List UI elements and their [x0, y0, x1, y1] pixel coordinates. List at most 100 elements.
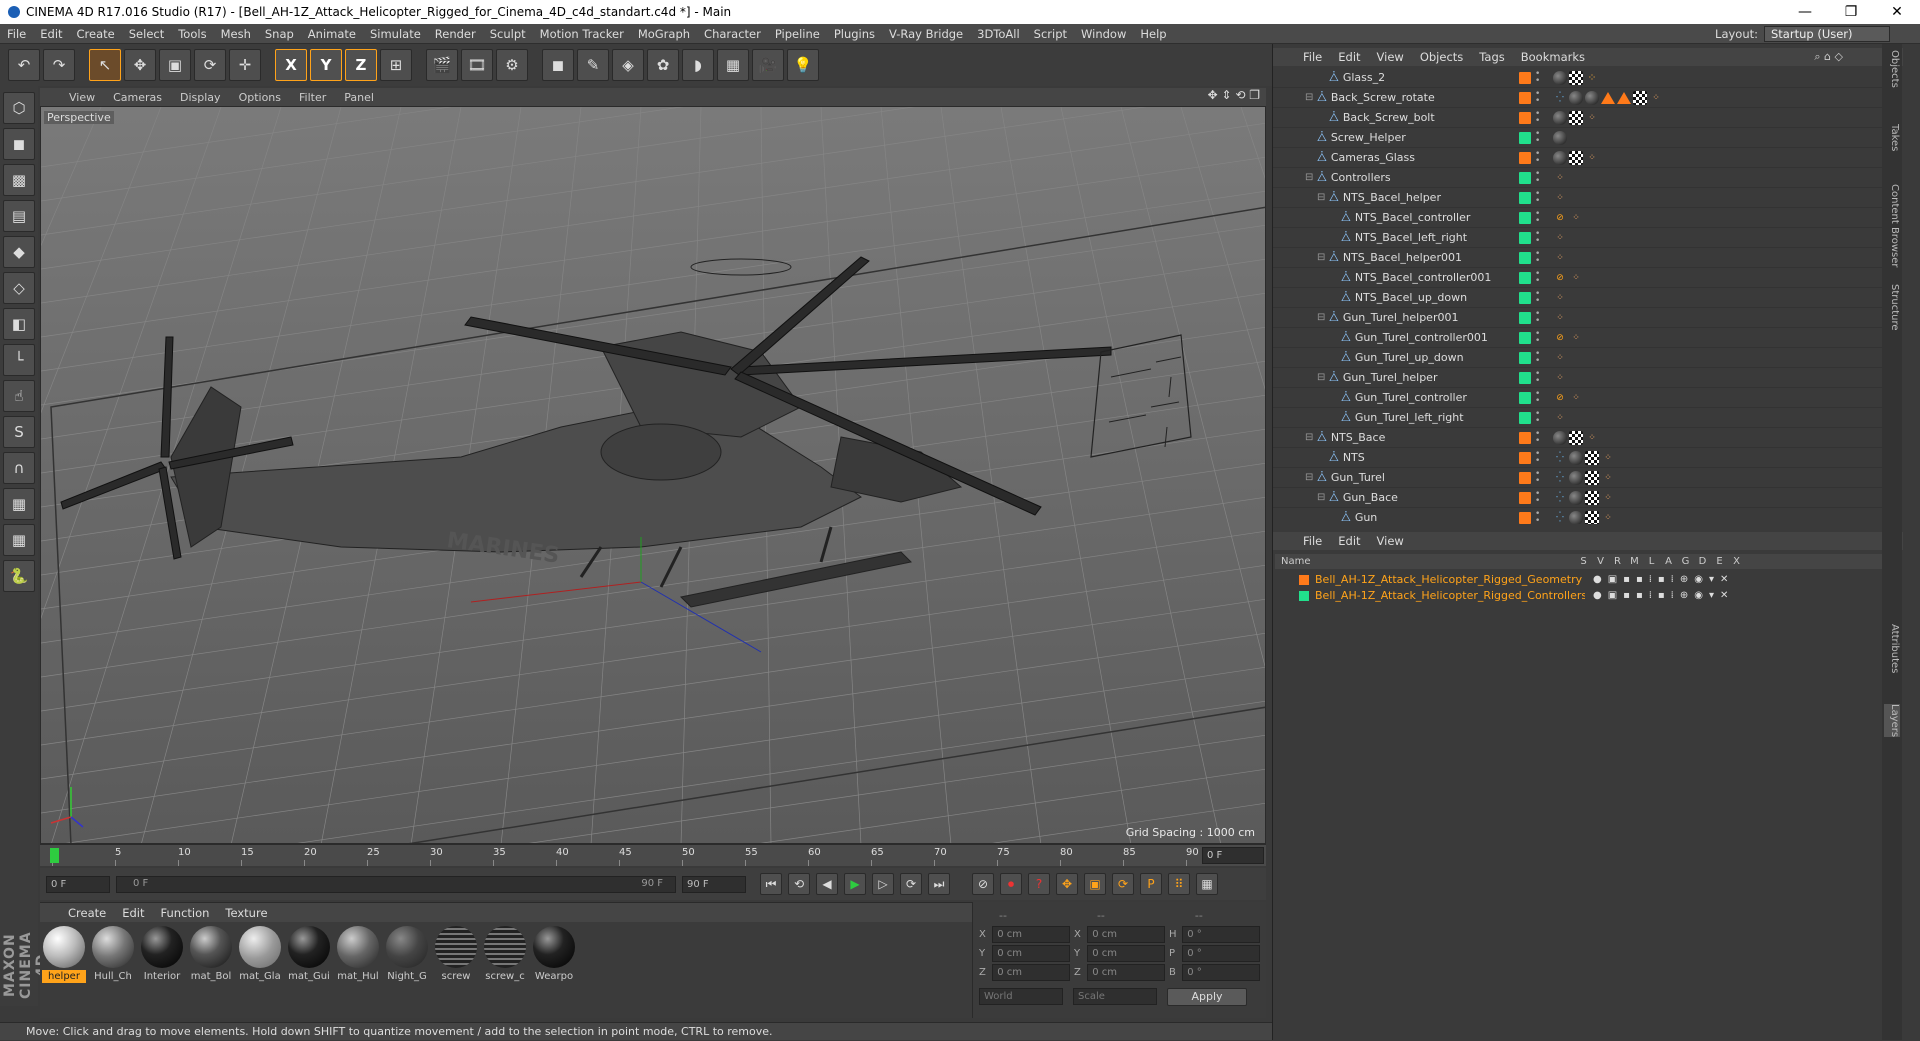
layer-menu-file[interactable]: File: [1295, 534, 1330, 548]
xpresso-tag-icon[interactable]: ⁘: [1553, 311, 1567, 325]
object-row[interactable]: ⧊ Gun • • ⁛ ⁘: [1273, 508, 1887, 524]
p[interactable]: 0 °: [1182, 945, 1260, 962]
key-scale-button[interactable]: ▣: [1084, 873, 1106, 895]
visibility-dots[interactable]: • •: [1535, 149, 1540, 165]
layer-color-swatch[interactable]: [1519, 471, 1531, 484]
material-menu-edit[interactable]: Edit: [114, 906, 152, 920]
step-back-button[interactable]: ◀: [816, 873, 838, 895]
object-menu-edit[interactable]: Edit: [1330, 50, 1368, 64]
object-row[interactable]: ⊟ ⧊ NTS_Bace • • ⁘: [1273, 428, 1887, 448]
layer-color-swatch[interactable]: [1519, 511, 1531, 524]
autokey-button[interactable]: ?: [1028, 873, 1050, 895]
material-tag-icon[interactable]: [1585, 90, 1599, 105]
layer-row[interactable]: Bell_AH-1Z_Attack_Helicopter_Rigged_Cont…: [1275, 588, 1887, 603]
coord-mode-dropdown[interactable]: World: [979, 988, 1063, 1005]
material-mat-gui[interactable]: mat_Gui: [287, 926, 331, 1014]
tree-expand-icon[interactable]: ⊟: [1317, 312, 1325, 323]
object-name[interactable]: NTS_Bacel_controller001: [1355, 271, 1492, 284]
menu-script[interactable]: Script: [1027, 27, 1074, 41]
material-menu-create[interactable]: Create: [60, 906, 114, 920]
visibility-dots[interactable]: • •: [1535, 409, 1540, 425]
xpresso-tag-icon[interactable]: ⁘: [1553, 231, 1567, 245]
menu-edit[interactable]: Edit: [33, 27, 69, 41]
object-row[interactable]: ⧊ NTS_Bacel_left_right • • ⁘: [1273, 228, 1887, 248]
layer-column-e[interactable]: E: [1711, 556, 1728, 567]
object-menu-view[interactable]: View: [1369, 50, 1412, 64]
material-hull-ch[interactable]: Hull_Ch: [91, 926, 135, 1014]
layer-color-swatch[interactable]: [1519, 151, 1531, 164]
visibility-dots[interactable]: • •: [1535, 329, 1540, 345]
object-name[interactable]: Cameras_Glass: [1331, 151, 1415, 164]
tree-expand-icon[interactable]: ⊟: [1317, 252, 1325, 263]
xpresso-tag-icon[interactable]: ⁘: [1601, 451, 1615, 465]
layer-column-d[interactable]: D: [1694, 556, 1711, 567]
texture-mode[interactable]: ▩: [3, 164, 35, 196]
menu-tools[interactable]: Tools: [171, 27, 213, 41]
layer-column-g[interactable]: G: [1677, 556, 1694, 567]
menu-pipeline[interactable]: Pipeline: [768, 27, 827, 41]
workplane-lock[interactable]: ▦: [3, 488, 35, 520]
xpresso-tag-icon[interactable]: ⁘: [1649, 91, 1663, 105]
material-tag-icon[interactable]: [1553, 130, 1567, 145]
menu-character[interactable]: Character: [697, 27, 768, 41]
transform-tool[interactable]: ✛: [229, 49, 261, 81]
layer-color-swatch[interactable]: [1519, 391, 1531, 404]
material-tag-icon[interactable]: [1569, 510, 1583, 524]
visibility-dots[interactable]: • •: [1535, 169, 1540, 185]
warning-tag-icon[interactable]: [1617, 91, 1631, 104]
layer-row[interactable]: Bell_AH-1Z_Attack_Helicopter_Rigged_Geom…: [1275, 572, 1887, 587]
minimize-button[interactable]: —: [1782, 0, 1828, 24]
object-row[interactable]: ⧊ Screw_Helper • •: [1273, 128, 1887, 148]
go-to-start-button[interactable]: ⏮: [760, 873, 782, 895]
live-selection-tool[interactable]: ↖: [89, 49, 121, 81]
light-object[interactable]: 💡: [787, 49, 819, 81]
material-tag-icon[interactable]: [1553, 430, 1567, 445]
visibility-dots[interactable]: • •: [1535, 69, 1540, 85]
material-mat-gla[interactable]: mat_Gla: [238, 926, 282, 1014]
x[interactable]: 0 cm: [1087, 926, 1165, 943]
layer-column-name[interactable]: Name: [1275, 556, 1575, 567]
layer-color-swatch[interactable]: [1299, 590, 1309, 601]
visibility-dots[interactable]: • •: [1535, 129, 1540, 145]
model-mode[interactable]: ◼: [3, 128, 35, 160]
z[interactable]: 0 cm: [992, 964, 1070, 981]
object-row[interactable]: ⊟ ⧊ Gun_Turel_helper001 • • ⁘: [1273, 308, 1887, 328]
layer-menu-view[interactable]: View: [1369, 534, 1412, 548]
move-tool[interactable]: ✥: [124, 49, 156, 81]
visibility-dots[interactable]: • •: [1535, 89, 1540, 105]
object-menu-bookmarks[interactable]: Bookmarks: [1513, 50, 1593, 64]
layer-color-swatch[interactable]: [1519, 411, 1531, 424]
layer-color-swatch[interactable]: [1519, 371, 1531, 384]
constraint-tag-icon[interactable]: ⁛: [1553, 471, 1567, 485]
scale-tool[interactable]: ▣: [159, 49, 191, 81]
object-row[interactable]: ⊟ ⧊ Gun_Bace • • ⁛ ⁘: [1273, 488, 1887, 508]
layer-column-s[interactable]: S: [1575, 556, 1592, 567]
object-name[interactable]: NTS_Bacel_left_right: [1355, 231, 1467, 244]
frame-range-slider[interactable]: 0 F 90 F: [116, 875, 676, 893]
z-axis-lock[interactable]: Z: [345, 49, 377, 81]
y[interactable]: 0 cm: [1087, 945, 1165, 962]
protection-tag-icon[interactable]: ⊘: [1553, 271, 1567, 285]
layer-column-l[interactable]: L: [1643, 556, 1660, 567]
layer-color-swatch[interactable]: [1519, 251, 1531, 264]
object-name[interactable]: Gun_Turel_controller001: [1355, 331, 1488, 344]
texture-tag-icon[interactable]: [1633, 90, 1647, 105]
menu-snap[interactable]: Snap: [258, 27, 301, 41]
object-name[interactable]: Gun: [1355, 511, 1377, 524]
menu-mesh[interactable]: Mesh: [214, 27, 258, 41]
undo-button[interactable]: ↶: [8, 49, 40, 81]
side-tab-takes[interactable]: Takes: [1884, 124, 1900, 151]
xpresso-tag-icon[interactable]: ⁘: [1553, 251, 1567, 265]
layer-column-x[interactable]: X: [1728, 556, 1745, 567]
material-mat-bol[interactable]: mat_Bol: [189, 926, 233, 1014]
object-name[interactable]: Gun_Turel_helper: [1343, 371, 1438, 384]
texture-tag-icon[interactable]: [1585, 490, 1599, 505]
viewport-camera-name[interactable]: Perspective: [44, 111, 114, 124]
object-row[interactable]: ⧊ Gun_Turel_left_right • • ⁘: [1273, 408, 1887, 428]
floor-scene[interactable]: ▦: [717, 49, 749, 81]
material-tag-icon[interactable]: [1553, 70, 1567, 85]
rotate-tool[interactable]: ⟳: [194, 49, 226, 81]
next-key-button[interactable]: ⟳: [900, 873, 922, 895]
xpresso-tag-icon[interactable]: ⁘: [1553, 191, 1567, 205]
tweak-mode[interactable]: ☝: [3, 380, 35, 412]
